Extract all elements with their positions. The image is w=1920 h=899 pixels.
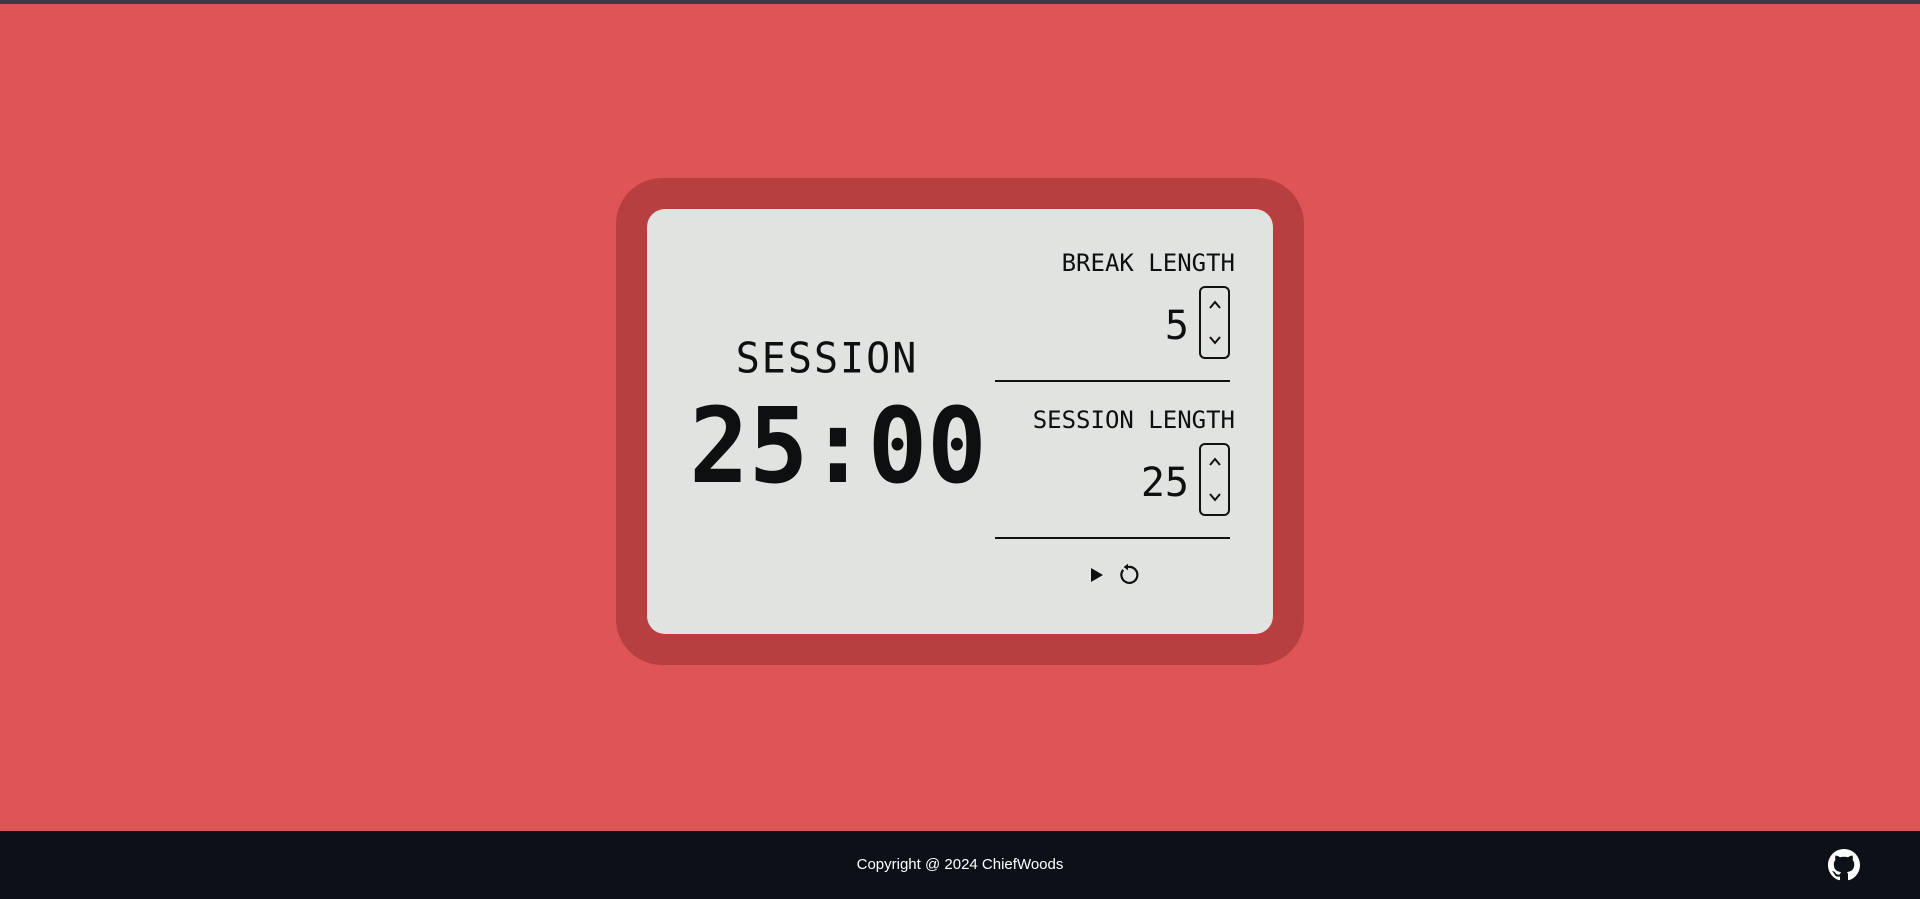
play-icon — [1091, 568, 1103, 582]
timer-label: SESSION — [735, 334, 919, 384]
chevron-down-icon — [1208, 336, 1221, 345]
github-link[interactable] — [1828, 849, 1860, 881]
start-stop-button[interactable] — [1083, 561, 1109, 589]
break-decrement-button[interactable] — [1201, 323, 1228, 358]
session-label: SESSION LENGTH — [1032, 406, 1235, 434]
divider — [995, 537, 1230, 539]
reset-button[interactable] — [1115, 561, 1141, 589]
break-label: BREAK LENGTH — [1061, 249, 1235, 277]
session-decrement-button[interactable] — [1201, 480, 1228, 515]
lcd-screen: SESSION 25:00 BREAK LENGTH 5 SESSION LEN… — [647, 209, 1273, 634]
github-icon — [1828, 849, 1860, 881]
main-area: SESSION 25:00 BREAK LENGTH 5 SESSION LEN… — [0, 4, 1920, 831]
time-left: 25:00 — [689, 385, 987, 507]
timer-controls — [1083, 561, 1143, 589]
session-stepper — [1199, 443, 1230, 516]
footer: Copyright @ 2024 ChiefWoods — [0, 831, 1920, 899]
chevron-up-icon — [1208, 457, 1221, 466]
session-length-value: 25 — [1140, 460, 1189, 506]
break-stepper — [1199, 286, 1230, 359]
copyright-text: Copyright @ 2024 ChiefWoods — [856, 856, 1064, 873]
pomodoro-device: SESSION 25:00 BREAK LENGTH 5 SESSION LEN… — [616, 178, 1304, 665]
break-increment-button[interactable] — [1201, 288, 1228, 323]
divider — [995, 380, 1230, 382]
chevron-down-icon — [1208, 493, 1221, 502]
reset-icon — [1120, 563, 1139, 584]
break-length-value: 5 — [1164, 303, 1189, 349]
session-increment-button[interactable] — [1201, 445, 1228, 480]
chevron-up-icon — [1208, 300, 1221, 309]
